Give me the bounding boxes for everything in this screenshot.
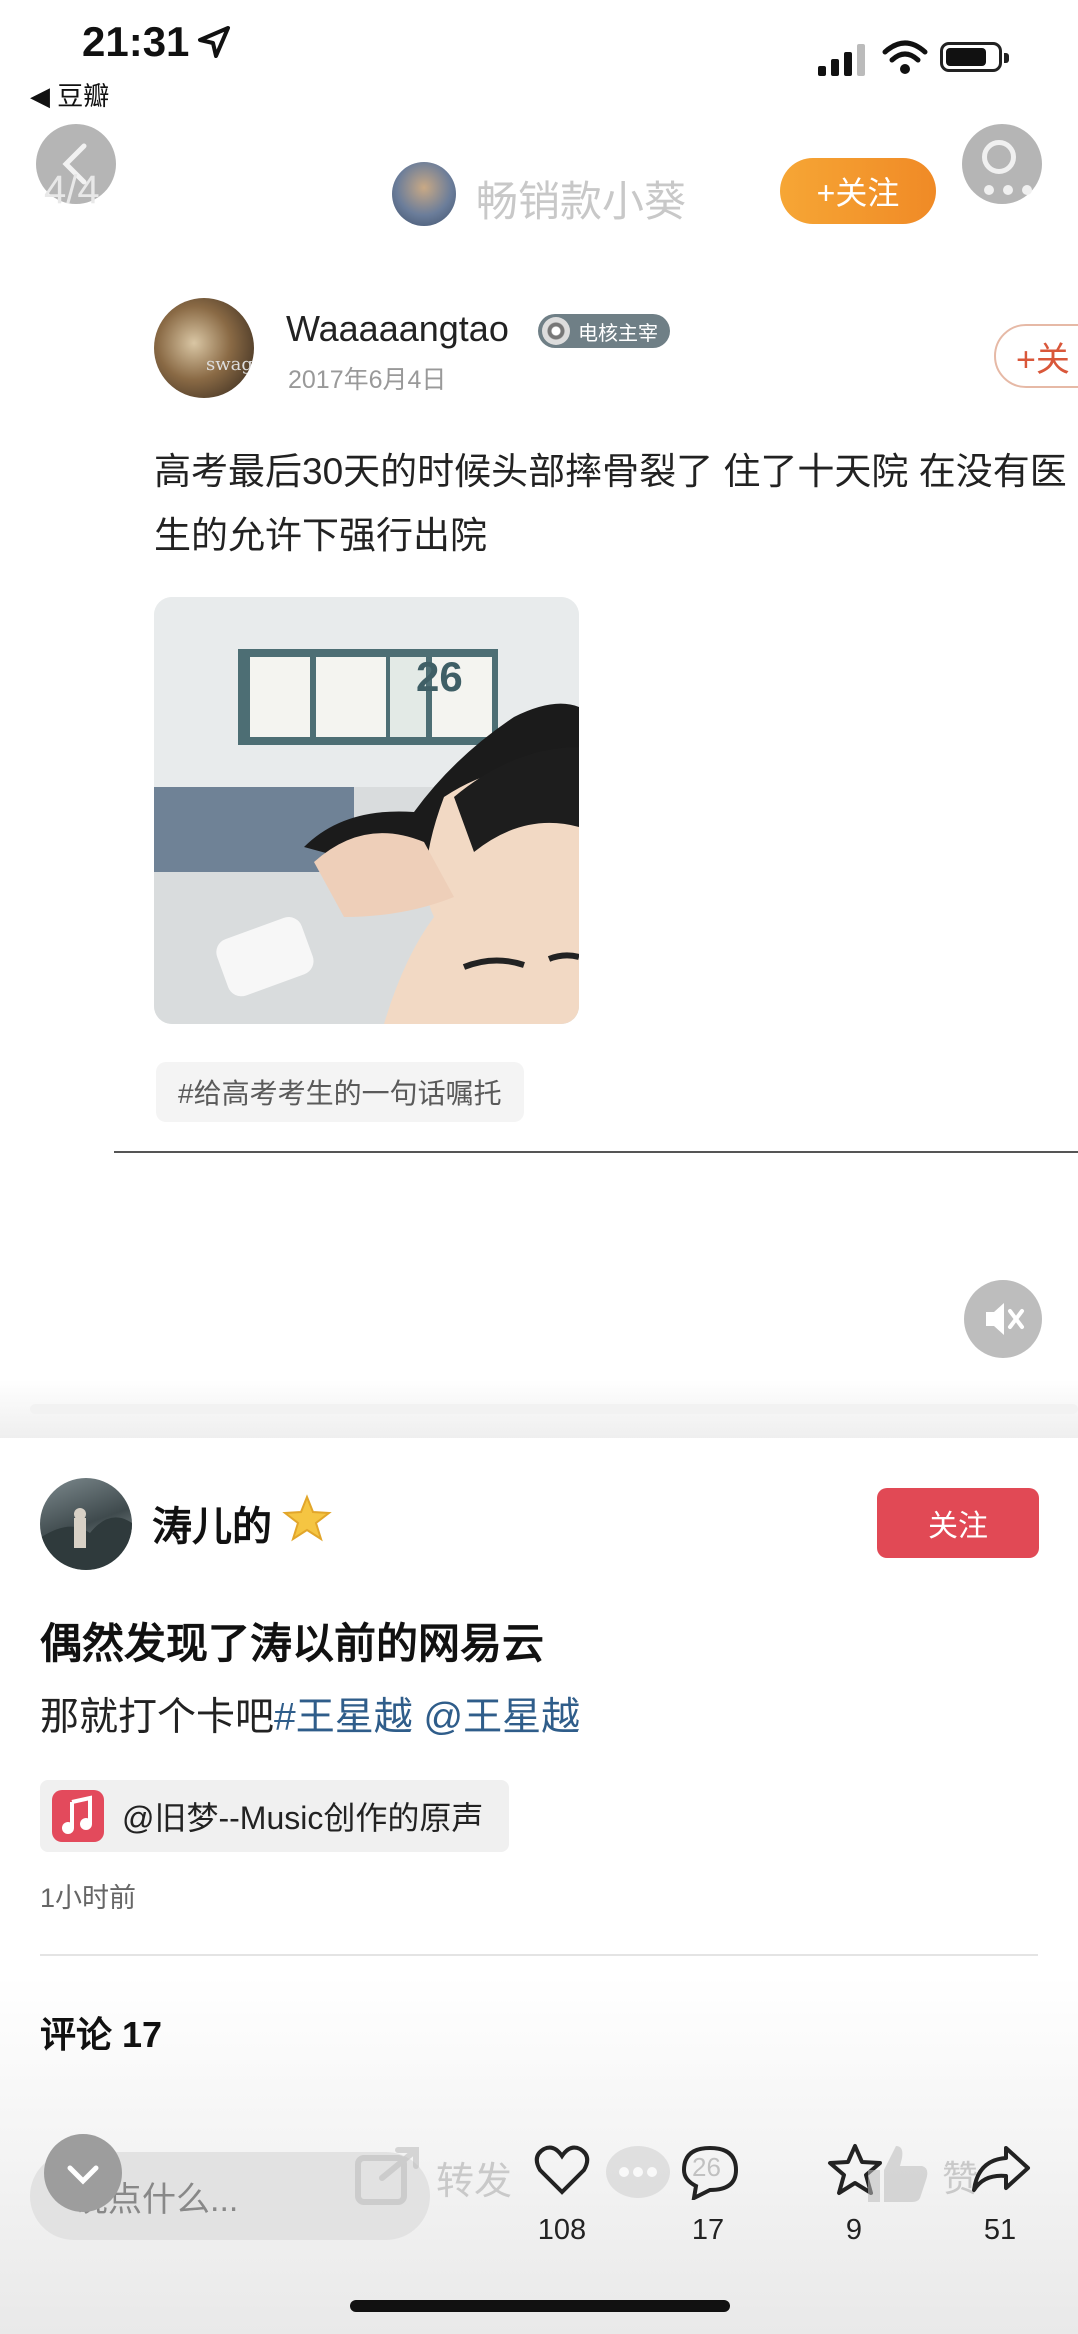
ghost-count: 26 xyxy=(692,2152,721,2182)
quoted-post-date: 2017年6月4日 xyxy=(288,366,447,394)
follow-button[interactable]: 关注 xyxy=(877,1488,1039,1558)
chevron-down-icon xyxy=(67,2165,99,2185)
photo-sign-number: 26 xyxy=(416,653,463,700)
collapse-button[interactable] xyxy=(44,2134,122,2212)
quoted-author-badge: 电核主宰 xyxy=(538,314,670,348)
quoted-author-avatar[interactable]: swag xyxy=(154,298,254,398)
ghost-comment-bubble-icon xyxy=(606,2146,670,2198)
music-note-icon xyxy=(52,1790,104,1842)
mute-button[interactable] xyxy=(964,1280,1042,1358)
like-count: 108 xyxy=(537,2214,587,2246)
author-name[interactable]: 畅销款小葵 xyxy=(476,168,686,229)
comment-count: 17 xyxy=(691,2214,725,2246)
follow-author-button[interactable]: +关注 xyxy=(780,158,936,224)
post-body-text: 那就打个卡吧 xyxy=(40,1696,275,1739)
quoted-hashtag[interactable]: #给高考考生的一句话嘱托 xyxy=(156,1062,524,1122)
location-arrow-icon xyxy=(198,26,230,58)
search-icon xyxy=(982,140,1016,174)
forward-icon[interactable] xyxy=(354,2144,424,2206)
quoted-post-photo[interactable]: 26 xyxy=(154,597,579,1024)
author-avatar[interactable] xyxy=(392,162,456,226)
post-body: 那就打个卡吧#王星越 @王星越 xyxy=(40,1686,580,1742)
wifi-icon xyxy=(882,40,928,74)
ghost-thumbs-up-icon xyxy=(868,2146,928,2202)
home-indicator xyxy=(350,2300,730,2312)
search-button[interactable] xyxy=(962,124,1042,204)
music-label: @旧梦--Music创作的原声 xyxy=(122,1800,484,1836)
embed-edge xyxy=(30,1404,1078,1414)
more-dots-icon xyxy=(984,182,1041,200)
quoted-follow-button[interactable]: +关 xyxy=(994,324,1078,388)
share-icon[interactable] xyxy=(970,2142,1032,2196)
mention-link[interactable]: @王星越 xyxy=(413,1696,581,1739)
share-count: 51 xyxy=(983,2214,1017,2246)
battery-icon xyxy=(940,42,1009,72)
star-badge-icon xyxy=(282,1494,332,1542)
clock: 21:31 xyxy=(82,18,190,65)
comments-header: 评论 17 xyxy=(40,2014,163,2055)
favorite-count: 9 xyxy=(845,2214,863,2246)
post-time: 1小时前 xyxy=(40,1883,137,1913)
back-to-app-link[interactable]: ◀ 豆瓣 xyxy=(30,76,109,113)
signal-icon xyxy=(818,44,865,76)
image-counter: 4/4 xyxy=(44,168,100,212)
username[interactable]: 涛儿的 xyxy=(152,1494,272,1552)
back-app-label: 豆瓣 xyxy=(57,81,110,111)
post-title: 偶然发现了涛以前的网易云 xyxy=(40,1620,545,1667)
back-triangle-icon: ◀ xyxy=(30,81,50,111)
badge-label: 电核主宰 xyxy=(578,320,658,345)
status-bar: 21:31 ◀ 豆瓣 xyxy=(0,0,1078,120)
disc-icon xyxy=(542,317,570,345)
quote-divider xyxy=(114,1151,1078,1153)
forward-label[interactable]: 转发 xyxy=(436,2150,512,2205)
section-divider xyxy=(40,1954,1038,1956)
like-icon[interactable] xyxy=(534,2144,590,2196)
music-chip[interactable]: @旧梦--Music创作的原声 xyxy=(40,1780,510,1852)
topic-link[interactable]: #王星越 xyxy=(274,1696,413,1739)
quoted-post-text: 高考最后30天的时候头部摔骨裂了 住了十天院 在没有医 生的允许下强行出院 xyxy=(154,451,1067,556)
user-avatar[interactable] xyxy=(40,1478,132,1570)
speaker-muted-icon xyxy=(986,1303,1024,1335)
quoted-author-name[interactable]: Waaaaangtao xyxy=(286,308,509,350)
